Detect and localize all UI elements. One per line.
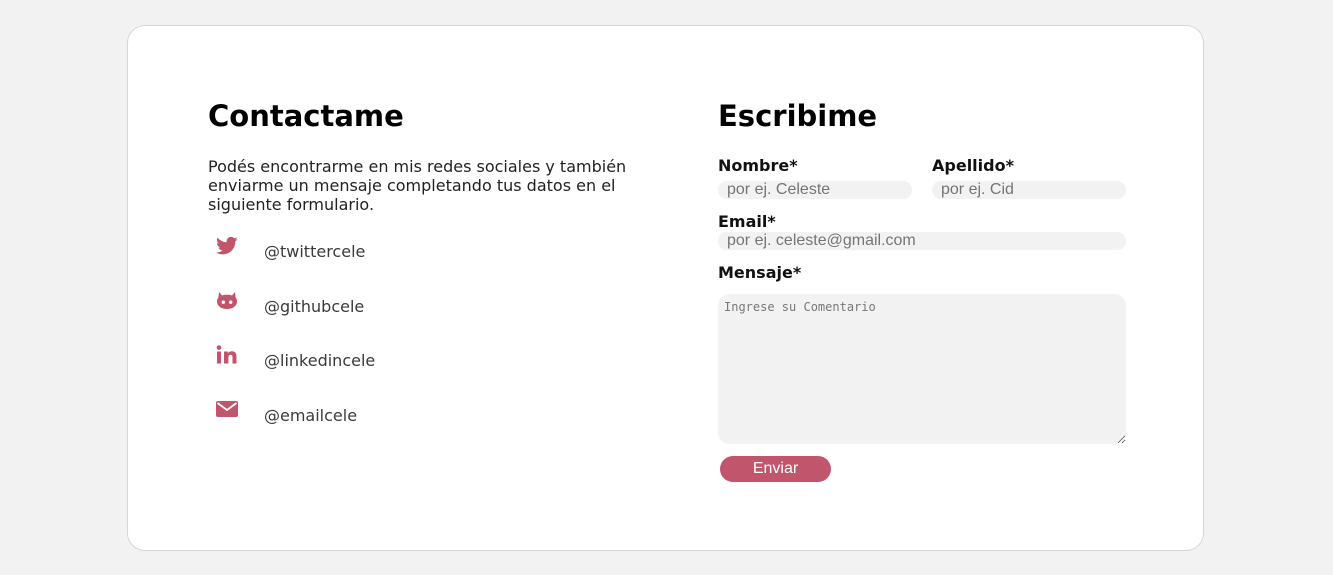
email-input[interactable] xyxy=(718,232,1126,250)
contact-card: Contactame Podés encontrarme en mis rede… xyxy=(127,25,1204,551)
nombre-label: Nombre* xyxy=(718,156,798,175)
linkedin-icon xyxy=(216,345,242,369)
mensaje-label: Mensaje* xyxy=(718,263,802,282)
contact-intro: Podés encontrarme en mis redes sociales … xyxy=(208,157,627,214)
email-icon xyxy=(216,400,242,424)
email-label: Email* xyxy=(718,212,776,231)
twitter-icon xyxy=(216,236,242,260)
social-link-linkedin[interactable]: @linkedincele xyxy=(216,345,516,375)
page-scrollbar[interactable] xyxy=(1316,0,1333,575)
github-icon xyxy=(216,291,242,315)
apellido-label: Apellido* xyxy=(932,156,1014,175)
social-handle: @linkedincele xyxy=(264,351,376,370)
form-title: Escribime xyxy=(718,99,878,133)
social-handle: @twittercele xyxy=(264,242,366,261)
social-link-twitter[interactable]: @twittercele xyxy=(216,236,516,266)
social-handle: @emailcele xyxy=(264,406,358,425)
social-handle: @githubcele xyxy=(264,297,365,316)
mensaje-textarea[interactable] xyxy=(718,294,1126,444)
social-link-email[interactable]: @emailcele xyxy=(216,400,516,430)
apellido-input[interactable] xyxy=(932,181,1126,199)
nombre-input[interactable] xyxy=(718,181,912,199)
send-button[interactable]: Enviar xyxy=(720,456,831,482)
social-link-github[interactable]: @githubcele xyxy=(216,291,516,321)
contact-title: Contactame xyxy=(208,99,404,133)
